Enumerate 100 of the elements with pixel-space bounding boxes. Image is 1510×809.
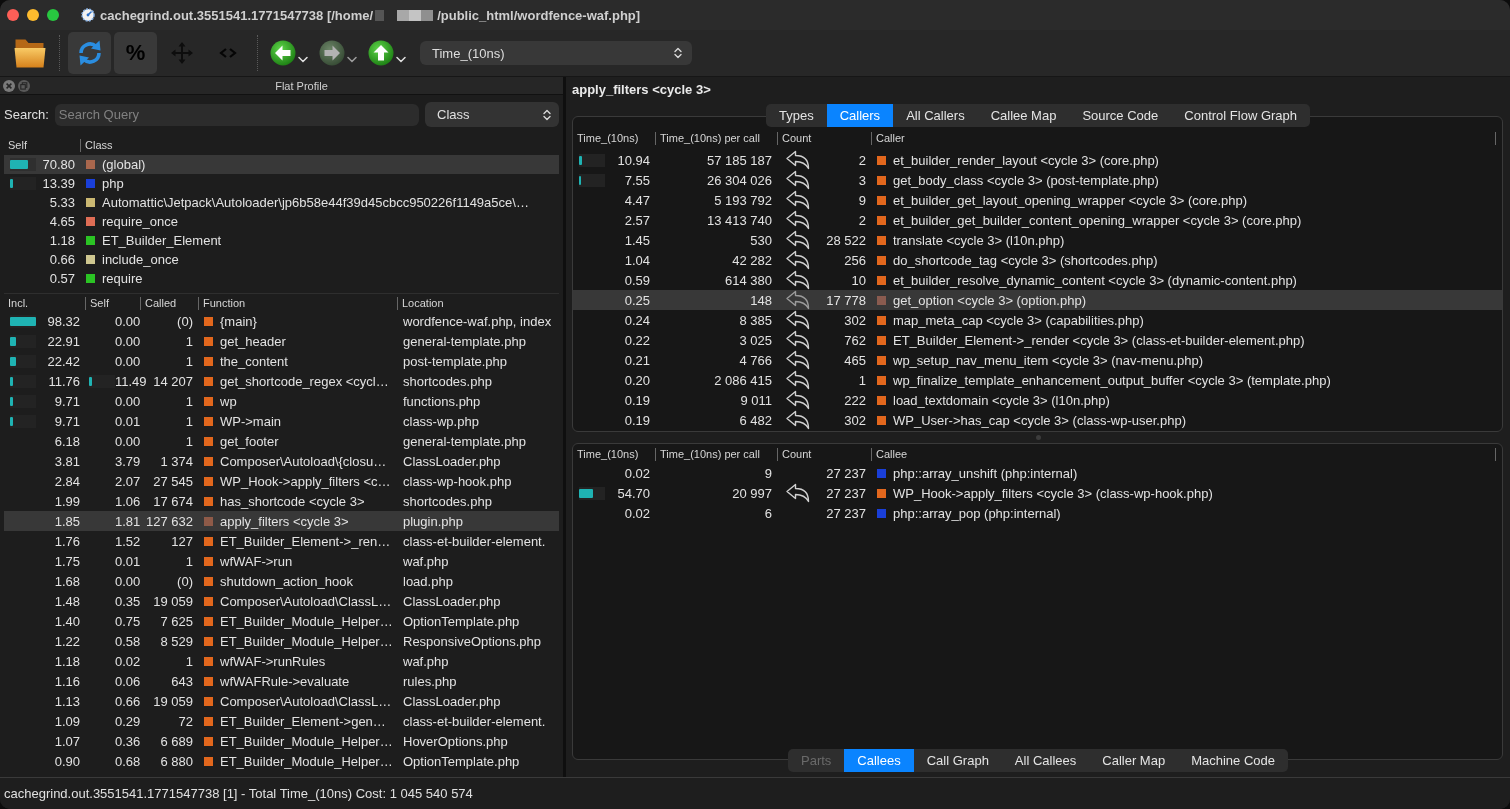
column-header[interactable]: Callee: [871, 447, 1496, 461]
table-row[interactable]: 1.22 0.58 8 529 ET_Builder_Module_Helper… ResponsiveOptions.php: [4, 631, 559, 651]
table-row[interactable]: 1.75 0.01 1 wfWAF->run waf.php: [4, 551, 559, 571]
table-row[interactable]: 0.20 2 086 415 1 wp_finalize_template_enhancement_output_buffer <cycle 3> (template.php): [573, 370, 1502, 390]
table-row[interactable]: 0.02 9 27 237 php::array_unshift (php:internal): [573, 463, 1502, 483]
table-row[interactable]: 0.57 require: [4, 269, 559, 288]
table-row[interactable]: 1.99 1.06 17 674 has_shortcode <cycle 3> shortcodes.php: [4, 491, 559, 511]
tab[interactable]: Control Flow Graph: [1171, 104, 1310, 127]
table-cell: the_content: [220, 353, 288, 369]
window-close-button[interactable]: [7, 9, 19, 21]
column-header[interactable]: Called: [140, 296, 198, 310]
group-by-dropdown[interactable]: Class: [425, 102, 559, 127]
table-row[interactable]: 4.65 require_once: [4, 212, 559, 231]
table-row[interactable]: 2.57 13 413 740 2 et_builder_get_builder_content_opening_wrapper <cycle 3> (core.php): [573, 210, 1502, 230]
table-cell: 1.99: [54, 493, 80, 509]
table-row[interactable]: 70.80 (global): [4, 155, 559, 174]
table-row[interactable]: 1.40 0.75 7 625 ET_Builder_Module_Helper… OptionTemplate.php: [4, 611, 559, 631]
table-row[interactable]: 1.16 0.06 643 wfWAFRule->evaluate rules.php: [4, 671, 559, 691]
table-row[interactable]: 0.59 614 380 10 et_builder_resolve_dynamic_content <cycle 3> (dynamic-content.php): [573, 270, 1502, 290]
tab[interactable]: Callee Map: [977, 104, 1070, 127]
column-header[interactable]: Location: [397, 296, 559, 310]
table-row[interactable]: 5.33 Automattic\Jetpack\Autoloader\jp6b58e44f39d45cbcc950226f1149a5ce\…: [4, 193, 559, 212]
table-row[interactable]: 1.48 0.35 19 059 Composer\Autoload\ClassL… ClassLoader.php: [4, 591, 559, 611]
table-row[interactable]: 0.90 0.68 6 880 ET_Builder_Module_Helper… OptionTemplate.php: [4, 751, 559, 771]
table-row[interactable]: 1.18 ET_Builder_Element: [4, 231, 559, 250]
table-row[interactable]: 1.04 42 282 256 do_shortcode_tag <cycle 3> (shortcodes.php): [573, 250, 1502, 270]
table-row[interactable]: 0.19 9 011 222 load_textdomain <cycle 3> (l10n.php): [573, 390, 1502, 410]
table-cell: 9: [858, 192, 866, 208]
tab[interactable]: Callers: [826, 104, 894, 127]
table-cell: 3.79: [115, 453, 141, 469]
table-row[interactable]: 0.25 148 17 778 get_option <cycle 3> (option.php): [573, 290, 1502, 310]
table-row[interactable]: 54.70 20 997 27 237 WP_Hook->apply_filters <cycle 3> (class-wp-hook.php): [573, 483, 1502, 503]
column-header[interactable]: Class: [80, 138, 559, 152]
angle-brackets-icon: [218, 48, 237, 58]
column-header[interactable]: Self: [85, 296, 140, 310]
column-header[interactable]: Count: [777, 447, 871, 461]
tab[interactable]: Types: [765, 104, 827, 127]
table-row[interactable]: 2.84 2.07 27 545 WP_Hook->apply_filters <c… class-wp-hook.php: [4, 471, 559, 491]
table-cell: OptionTemplate.php: [403, 613, 520, 629]
tab[interactable]: All Callers: [893, 104, 978, 127]
table-row[interactable]: 0.22 3 025 762 ET_Builder_Element->_render <cycle 3> (class-et-builder-element.php): [573, 330, 1502, 350]
table-row[interactable]: 1.18 0.02 1 wfWAF->runRules waf.php: [4, 651, 559, 671]
table-row[interactable]: 1.07 0.36 6 689 ET_Builder_Module_Helper… HoverOptions.php: [4, 731, 559, 751]
table-row[interactable]: 1.45 530 28 522 translate <cycle 3> (l10n.php): [573, 230, 1502, 250]
table-cell: 98.32: [47, 313, 80, 329]
up-down-chevron-icon: [674, 47, 682, 59]
column-header[interactable]: Time_(10ns) per call: [655, 447, 777, 461]
splitter-handle[interactable]: [1035, 435, 1041, 440]
table-row[interactable]: 0.66 include_once: [4, 250, 559, 269]
column-header[interactable]: Time_(10ns): [573, 447, 655, 461]
table-row[interactable]: 1.13 0.66 19 059 Composer\Autoload\ClassL… ClassLoader.php: [4, 691, 559, 711]
table-row[interactable]: 4.47 5 193 792 9 et_builder_get_layout_opening_wrapper <cycle 3> (core.php): [573, 190, 1502, 210]
table-row[interactable]: 11.76 11.49 14 207 get_shortcode_regex <cycl… shortcodes.php: [4, 371, 559, 391]
table-row[interactable]: 13.39 php: [4, 174, 559, 193]
column-header[interactable]: Count: [777, 131, 871, 145]
reload-button[interactable]: [68, 32, 111, 74]
window-zoom-button[interactable]: [47, 9, 59, 21]
table-row[interactable]: 1.85 1.81 127 632 apply_filters <cycle 3> plugin.php: [4, 511, 559, 531]
table-cell: 7 625: [160, 613, 193, 629]
table-cell: 11.76: [48, 373, 80, 389]
search-field[interactable]: Search Query: [54, 103, 419, 126]
table-row[interactable]: 0.21 4 766 465 wp_setup_nav_menu_item <cycle 3> (nav-menu.php): [573, 350, 1502, 370]
table-row[interactable]: 22.91 0.00 1 get_header general-template.php: [4, 331, 559, 351]
table-row[interactable]: 6.18 0.00 1 get_footer general-template.php: [4, 431, 559, 451]
up-down-chevron-icon: [543, 108, 551, 121]
column-header[interactable]: Self: [4, 138, 80, 152]
table-row[interactable]: 7.55 26 304 026 3 get_body_class <cycle 3> (post-template.php): [573, 170, 1502, 190]
table-cell: get_option <cycle 3> (option.php): [893, 292, 1086, 308]
table-cell: 13 413 740: [706, 212, 772, 228]
table-cell: 0.00: [115, 433, 141, 449]
tab[interactable]: Machine Code: [1178, 749, 1288, 772]
tab[interactable]: All Callees: [1001, 749, 1090, 772]
close-icon[interactable]: [3, 79, 15, 92]
table-row[interactable]: 10.94 57 185 187 2 et_builder_render_layout <cycle 3> (core.php): [573, 150, 1502, 170]
table-row[interactable]: 3.81 3.79 1 374 Composer\Autoload\{closu… ClassLoader.php: [4, 451, 559, 471]
table-row[interactable]: 0.19 6 482 302 WP_User->has_cap <cycle 3> (class-wp-user.php): [573, 410, 1502, 430]
table-row[interactable]: 1.76 1.52 127 ET_Builder_Element->_ren… class-et-builder-element.: [4, 531, 559, 551]
table-row[interactable]: 22.42 0.00 1 the_content post-template.php: [4, 351, 559, 371]
tab[interactable]: Call Graph: [913, 749, 1002, 772]
table-row[interactable]: 9.71 0.01 1 WP->main class-wp.php: [4, 411, 559, 431]
table-row[interactable]: 9.71 0.00 1 wp functions.php: [4, 391, 559, 411]
tab[interactable]: Caller Map: [1089, 749, 1179, 772]
table-row[interactable]: 0.02 6 27 237 php::array_pop (php:internal): [573, 503, 1502, 523]
table-cell: plugin.php: [403, 513, 463, 529]
tab[interactable]: Source Code: [1069, 104, 1172, 127]
table-row[interactable]: 1.68 0.00 (0) shutdown_action_hook load.php: [4, 571, 559, 591]
column-header[interactable]: Caller: [871, 131, 1496, 145]
table-cell: et_builder_get_layout_opening_wrapper <cycle 3> (core.php): [893, 192, 1248, 208]
table-cell: 1.13: [54, 693, 80, 709]
tab[interactable]: Callees: [844, 749, 914, 772]
table-cell: 6 482: [739, 412, 772, 428]
cost-type-dropdown[interactable]: Time_(10ns): [420, 41, 692, 65]
column-header[interactable]: Time_(10ns) per call: [655, 131, 777, 145]
table-row[interactable]: 0.24 8 385 302 map_meta_cap <cycle 3> (capabilities.php): [573, 310, 1502, 330]
table-row[interactable]: 1.09 0.29 72 ET_Builder_Element->gen… class-et-builder-element.: [4, 711, 559, 731]
column-header[interactable]: Function: [198, 296, 397, 310]
window-minimize-button[interactable]: [27, 9, 39, 21]
column-header[interactable]: Incl.: [4, 296, 85, 310]
table-row[interactable]: 98.32 0.00 (0) {main} wordfence-waf.php, index: [4, 311, 559, 331]
column-header[interactable]: Time_(10ns): [573, 131, 655, 145]
